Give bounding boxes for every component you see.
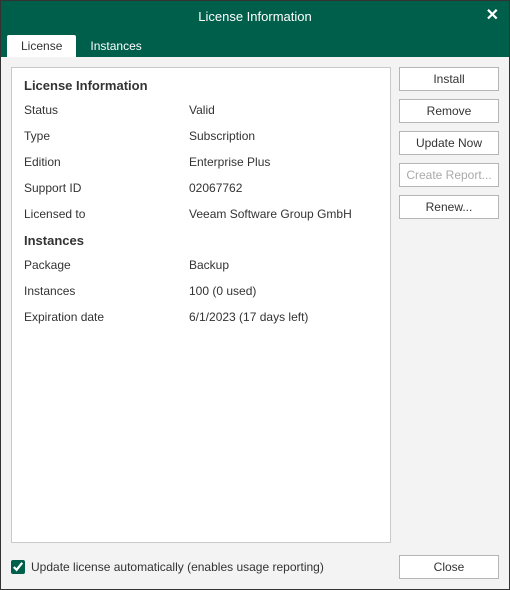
- edition-label: Edition: [24, 155, 189, 169]
- support-id-value: 02067762: [189, 181, 378, 195]
- tab-license[interactable]: License: [7, 35, 76, 57]
- instances-value: 100 (0 used): [189, 284, 378, 298]
- window-title: License Information: [198, 9, 311, 24]
- footer: Update license automatically (enables us…: [11, 543, 499, 579]
- titlebar: License Information ✕: [1, 1, 509, 31]
- row-edition: Edition Enterprise Plus: [24, 155, 378, 169]
- status-value: Valid: [189, 103, 378, 117]
- remove-button[interactable]: Remove: [399, 99, 499, 123]
- close-button[interactable]: Close: [399, 555, 499, 579]
- upper-area: License Information Status Valid Type Su…: [11, 67, 499, 543]
- row-licensed-to: Licensed to Veeam Software Group GmbH: [24, 207, 378, 221]
- update-now-button[interactable]: Update Now: [399, 131, 499, 155]
- type-value: Subscription: [189, 129, 378, 143]
- dialog-body: License Information Status Valid Type Su…: [1, 57, 509, 589]
- row-expiration: Expiration date 6/1/2023 (17 days left): [24, 310, 378, 324]
- row-type: Type Subscription: [24, 129, 378, 143]
- edition-value: Enterprise Plus: [189, 155, 378, 169]
- close-icon[interactable]: ✕: [486, 8, 499, 24]
- type-label: Type: [24, 129, 189, 143]
- info-panel: License Information Status Valid Type Su…: [11, 67, 391, 543]
- row-status: Status Valid: [24, 103, 378, 117]
- package-label: Package: [24, 258, 189, 272]
- auto-update-checkbox[interactable]: [11, 560, 25, 574]
- license-section-heading: License Information: [24, 78, 378, 93]
- renew-button[interactable]: Renew...: [399, 195, 499, 219]
- action-button-column: Install Remove Update Now Create Report.…: [399, 67, 499, 543]
- install-button[interactable]: Install: [399, 67, 499, 91]
- licensed-to-value: Veeam Software Group GmbH: [189, 207, 378, 221]
- instances-section-heading: Instances: [24, 233, 378, 248]
- expiration-value: 6/1/2023 (17 days left): [189, 310, 378, 324]
- auto-update-checkbox-wrap[interactable]: Update license automatically (enables us…: [11, 560, 324, 574]
- license-information-window: License Information ✕ License Instances …: [0, 0, 510, 590]
- support-id-label: Support ID: [24, 181, 189, 195]
- package-value: Backup: [189, 258, 378, 272]
- auto-update-label: Update license automatically (enables us…: [31, 560, 324, 574]
- row-support-id: Support ID 02067762: [24, 181, 378, 195]
- create-report-button: Create Report...: [399, 163, 499, 187]
- tab-instances[interactable]: Instances: [76, 35, 155, 57]
- licensed-to-label: Licensed to: [24, 207, 189, 221]
- expiration-label: Expiration date: [24, 310, 189, 324]
- instances-label: Instances: [24, 284, 189, 298]
- row-package: Package Backup: [24, 258, 378, 272]
- status-label: Status: [24, 103, 189, 117]
- tab-bar: License Instances: [1, 31, 509, 57]
- row-instances: Instances 100 (0 used): [24, 284, 378, 298]
